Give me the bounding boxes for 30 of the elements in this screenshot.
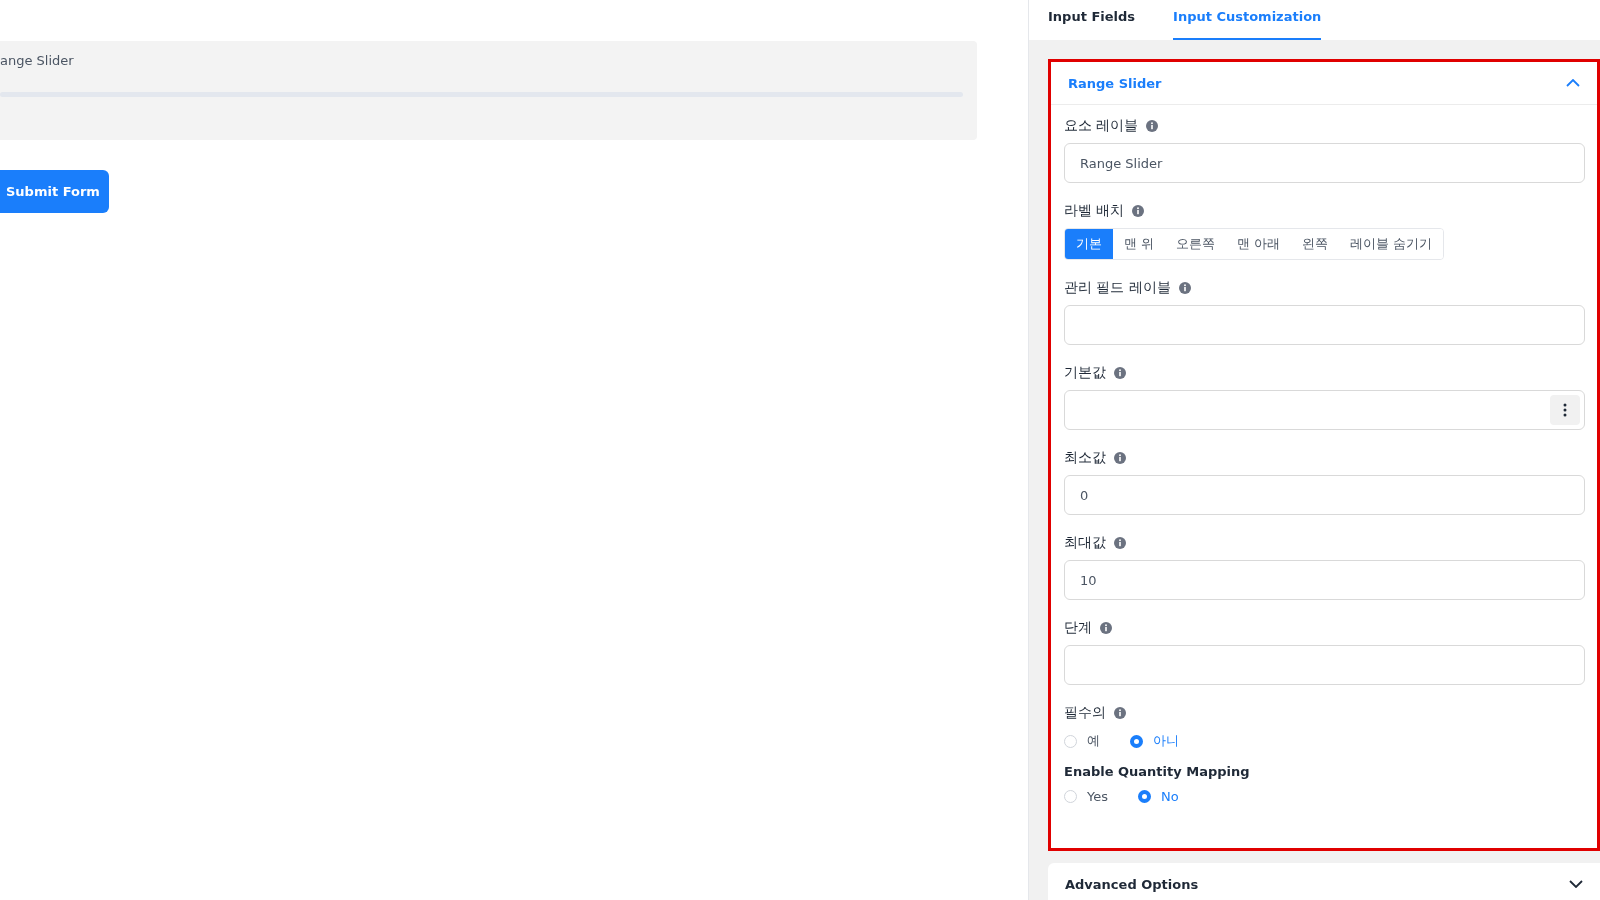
text-field[interactable]	[1064, 390, 1585, 430]
section-title[interactable]: Range Slider	[1068, 75, 1162, 91]
field-label: 관리 필드 레이블	[1064, 279, 1171, 297]
chevron-up-icon[interactable]	[1566, 79, 1580, 87]
chevron-down-icon[interactable]	[1569, 880, 1583, 888]
field-label: 최소값	[1064, 449, 1106, 467]
field-label: 최대값	[1064, 534, 1106, 552]
text-field[interactable]	[1064, 645, 1585, 685]
text-field[interactable]: 0	[1064, 475, 1585, 515]
submit-button[interactable]: Submit Form	[0, 170, 109, 213]
text-field[interactable]	[1064, 305, 1585, 345]
section-title[interactable]: Advanced Options	[1065, 876, 1199, 892]
field-label: 요소 레이블	[1064, 117, 1139, 135]
radio-label[interactable]: 아니	[1153, 732, 1179, 750]
field-label: 기본값	[1064, 364, 1106, 382]
more-options-icon[interactable]	[1550, 395, 1580, 425]
radio-label[interactable]: No	[1161, 789, 1179, 804]
field-label: 라벨 배치	[1064, 202, 1125, 220]
field-label: 단계	[1064, 619, 1092, 637]
radio-button[interactable]	[1130, 734, 1143, 748]
text-field[interactable]: Range Slider	[1064, 143, 1585, 183]
field-label: ange Slider	[0, 53, 74, 68]
radio-button[interactable]	[1138, 790, 1151, 803]
text-field[interactable]: 10	[1064, 560, 1585, 600]
placement-option[interactable]: 기본	[1065, 229, 1113, 259]
field-label: Enable Quantity Mapping	[1064, 764, 1250, 779]
tab[interactable]: Input Fields	[1048, 0, 1136, 40]
field-label: 필수의	[1064, 704, 1106, 722]
radio-label[interactable]: Yes	[1087, 789, 1108, 804]
radio-label[interactable]: 예	[1087, 732, 1100, 750]
